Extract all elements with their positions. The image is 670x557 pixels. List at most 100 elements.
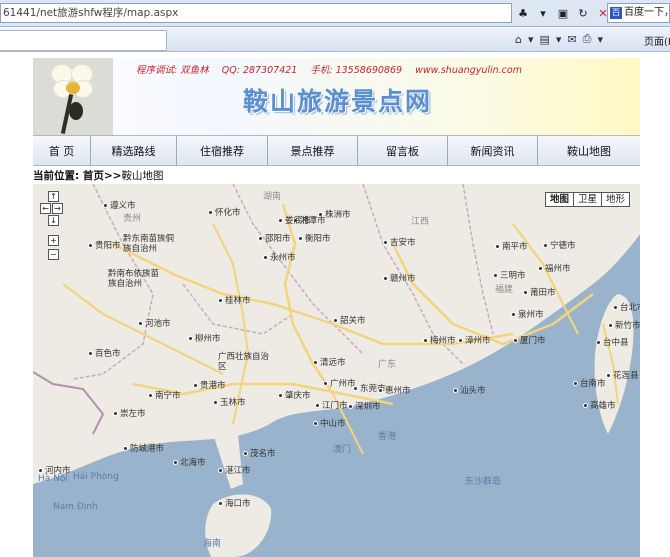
city-marker-icon[interactable]	[378, 388, 383, 393]
city-marker-icon[interactable]	[188, 336, 193, 341]
city-marker-icon[interactable]	[315, 403, 320, 408]
mail-icon[interactable]: ✉	[567, 33, 576, 46]
dropdown-icon[interactable]: ▾	[556, 33, 562, 46]
nav-attractions[interactable]: 景点推荐	[268, 136, 358, 165]
city-marker-icon[interactable]	[298, 236, 303, 241]
baidu-icon: 百	[610, 7, 622, 19]
map-region-label: 湖南	[263, 192, 282, 202]
search-input[interactable]: 百 百度一下，	[607, 3, 670, 23]
map-type-satellite[interactable]: 卫星	[572, 192, 602, 207]
pan-down-icon[interactable]: ↓	[48, 215, 59, 226]
nav-home[interactable]: 首 页	[33, 136, 91, 165]
map-place-label: Hải Phòng	[73, 472, 119, 482]
city-marker-icon[interactable]	[213, 400, 218, 405]
map-type-terrain[interactable]: 地形	[600, 192, 630, 207]
city-marker-icon[interactable]	[613, 305, 618, 310]
page-icon[interactable]: ▣	[555, 5, 571, 21]
address-input[interactable]: 61441/net旅游shfw程序/map.aspx	[0, 3, 512, 23]
compatibility-icon[interactable]: ♣	[515, 5, 531, 21]
phone-text: 手机: 13558690869	[310, 65, 403, 76]
city-marker-icon[interactable]	[218, 501, 223, 506]
city-marker-icon[interactable]	[453, 388, 458, 393]
city-marker-icon[interactable]	[313, 421, 318, 426]
city-marker-icon[interactable]	[348, 404, 353, 409]
map-city-label: 台南市	[573, 377, 606, 389]
dropdown-icon[interactable]: ▾	[528, 33, 534, 46]
nav-routes[interactable]: 精选路线	[91, 136, 177, 165]
city-marker-icon[interactable]	[138, 321, 143, 326]
map-region-label: 江西	[411, 217, 430, 227]
city-marker-icon[interactable]	[218, 468, 223, 473]
city-marker-icon[interactable]	[495, 244, 500, 249]
city-marker-icon[interactable]	[423, 338, 428, 343]
map-city-label: 台中县	[596, 336, 629, 348]
pan-right-icon[interactable]: →	[52, 203, 63, 214]
city-marker-icon[interactable]	[103, 203, 108, 208]
city-marker-icon[interactable]	[123, 446, 128, 451]
map-type-map[interactable]: 地图	[544, 192, 574, 207]
city-marker-icon[interactable]	[218, 298, 223, 303]
city-marker-icon[interactable]	[208, 210, 213, 215]
city-marker-icon[interactable]	[333, 318, 338, 323]
map-city-label: 防城港市	[123, 442, 164, 454]
map-city-label: 茂名市	[243, 447, 276, 459]
page-menu[interactable]: 页面(P	[644, 33, 670, 48]
dropdown-icon[interactable]: ▾	[597, 33, 603, 46]
map-region-label: 广西壮族自治区	[218, 352, 270, 372]
city-marker-icon[interactable]	[583, 403, 588, 408]
city-marker-icon[interactable]	[513, 338, 518, 343]
city-marker-icon[interactable]	[353, 386, 358, 391]
city-marker-icon[interactable]	[38, 468, 43, 473]
city-marker-icon[interactable]	[493, 273, 498, 278]
city-marker-icon[interactable]	[88, 243, 93, 248]
city-marker-icon[interactable]	[313, 360, 318, 365]
pan-up-icon[interactable]: ↑	[48, 191, 59, 202]
city-marker-icon[interactable]	[193, 383, 198, 388]
map-type-selector: 地图 卫星 地形	[544, 192, 630, 207]
city-marker-icon[interactable]	[383, 240, 388, 245]
print-icon[interactable]: ⎙	[583, 32, 592, 46]
feeds-icon[interactable]: ▤	[540, 33, 550, 46]
map-region-label: 广东	[378, 360, 397, 370]
zoom-out-icon[interactable]: −	[48, 249, 59, 260]
refresh-icon[interactable]: ↻	[575, 5, 591, 21]
home-icon[interactable]: ⌂	[515, 33, 522, 46]
city-marker-icon[interactable]	[511, 312, 516, 317]
city-marker-icon[interactable]	[608, 323, 613, 328]
nav-guestbook[interactable]: 留言板	[358, 136, 448, 165]
browser-tab[interactable]	[0, 30, 167, 51]
nav-news[interactable]: 新闻资讯	[448, 136, 538, 165]
site-url[interactable]: www.shuangyulin.com	[415, 65, 522, 76]
map-canvas[interactable]: 地图 卫星 地形 ↑ ← → ↓ + − 遵义市 怀化市 株洲市 湘潭市 娄底市 邵阳市衡…	[33, 184, 640, 557]
pan-left-icon[interactable]: ←	[40, 203, 51, 214]
city-marker-icon[interactable]	[543, 243, 548, 248]
city-marker-icon[interactable]	[538, 266, 543, 271]
city-marker-icon[interactable]	[523, 290, 528, 295]
city-marker-icon[interactable]	[323, 381, 328, 386]
city-marker-icon[interactable]	[113, 411, 118, 416]
city-marker-icon[interactable]	[278, 218, 283, 223]
city-marker-icon[interactable]	[263, 255, 268, 260]
city-marker-icon[interactable]	[458, 338, 463, 343]
city-marker-icon[interactable]	[383, 276, 388, 281]
site-banner: 程序调试: 双鱼林 QQ: 287307421 手机: 13558690869 …	[33, 58, 640, 135]
city-marker-icon[interactable]	[278, 393, 283, 398]
nav-map[interactable]: 鞍山地图	[538, 136, 640, 165]
map-city-label: 深圳市	[348, 400, 381, 412]
city-marker-icon[interactable]	[173, 460, 178, 465]
zoom-in-icon[interactable]: +	[48, 235, 59, 246]
nav-hotels[interactable]: 住宿推荐	[177, 136, 268, 165]
city-marker-icon[interactable]	[148, 393, 153, 398]
city-marker-icon[interactable]	[243, 451, 248, 456]
city-marker-icon[interactable]	[573, 381, 578, 386]
city-marker-icon[interactable]	[596, 340, 601, 345]
city-marker-icon[interactable]	[606, 373, 611, 378]
map-city-label: 河池市	[138, 317, 171, 329]
city-marker-icon[interactable]	[258, 236, 263, 241]
map-city-label: 贵阳市	[88, 239, 121, 251]
city-marker-icon[interactable]	[88, 351, 93, 356]
tab-bar: ⌂ ▾ ▤ ▾ ✉ ⎙ ▾ 页面(P	[0, 28, 670, 52]
dropdown-icon[interactable]: ▾	[535, 5, 551, 21]
map-place-label: 海南	[203, 539, 222, 549]
contact-info: 程序调试: 双鱼林 QQ: 287307421 手机: 13558690869 …	[136, 62, 532, 76]
